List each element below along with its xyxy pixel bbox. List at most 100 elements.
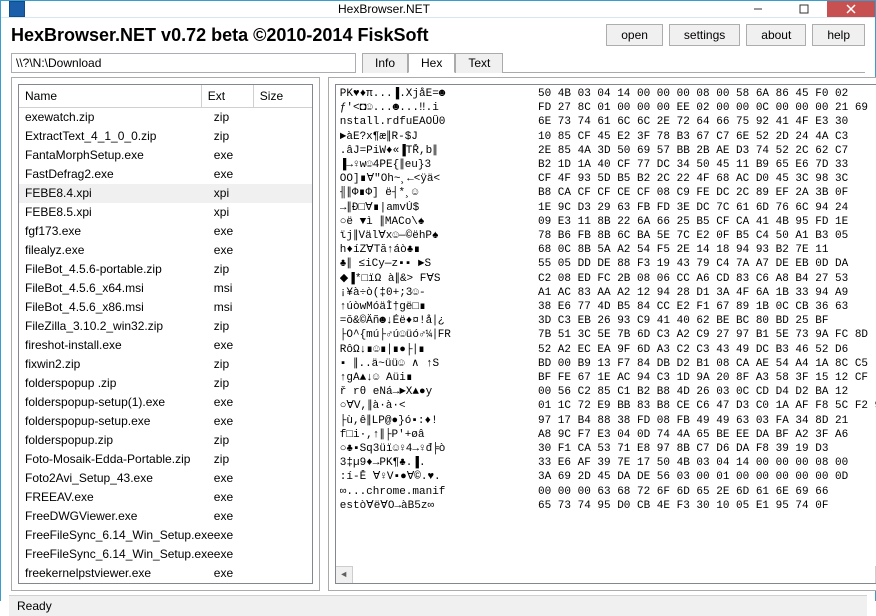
help-button[interactable]: help xyxy=(812,24,865,46)
file-size xyxy=(266,318,306,335)
table-row[interactable]: folderspopup.zipzip xyxy=(19,431,312,450)
table-row[interactable]: Foto2Avi_Setup_43.exeexe xyxy=(19,469,312,488)
file-size xyxy=(266,375,306,392)
hex-ascii: nstall.rdfuEAOÛ0 xyxy=(340,115,525,129)
hex-bytes: A8 9C F7 E3 04 0D 74 4A 65 BE EE DA BF A… xyxy=(525,428,876,442)
file-ext: zip xyxy=(214,261,266,278)
scroll-left-icon[interactable]: ◄ xyxy=(336,566,353,583)
file-ext: msi xyxy=(214,299,266,316)
table-row[interactable]: freekernelpstviewer.exeexe xyxy=(19,564,312,583)
file-size xyxy=(266,432,306,449)
hex-bytes: B8 CA CF CF CE CF 08 C9 FE DC 2C 89 EF 2… xyxy=(525,186,876,200)
hex-ascii: .âJ=PiW♦«▐TŘ,b∥ xyxy=(340,144,525,158)
list-body[interactable]: exewatch.zipzipExtractText_4_1_0_0.zipzi… xyxy=(19,108,312,583)
file-ext: exe xyxy=(214,147,266,164)
hex-line: ╢∥Φ∎Φ] ë┤*¸☺ B8 CA CF CF CE CF 08 C9 FE … xyxy=(340,186,876,200)
table-row[interactable]: FantaMorphSetup.exeexe xyxy=(19,146,312,165)
file-size xyxy=(266,166,306,183)
file-list-pane: Name Ext Size exewatch.zipzipExtractText… xyxy=(11,77,320,591)
tab-hex[interactable]: Hex xyxy=(408,53,455,73)
column-ext[interactable]: Ext xyxy=(202,85,254,107)
app-icon xyxy=(9,1,25,17)
hex-bytes: 00 56 C2 85 C1 B2 B8 4D 26 03 0C CD D4 D… xyxy=(525,385,876,399)
hex-ascii: ↑úòwMóäÌ†gë□∎ xyxy=(340,300,525,314)
hex-view[interactable]: PK♥♦π...▐.XjåE=☻ 50 4B 03 04 14 00 00 00… xyxy=(335,84,876,584)
titlebar: HexBrowser.NET xyxy=(1,1,875,18)
table-row[interactable]: ExtractText_4_1_0_0.zipzip xyxy=(19,127,312,146)
hex-ascii: 3‡µ9♦→PK¶♣.▐. xyxy=(340,456,525,470)
hex-line: f□i∙,↑∥├P'+øâ A8 9C F7 E3 04 0D 74 4A 65… xyxy=(340,428,876,442)
hex-ascii: ►àE?x¶æ∥R-$J xyxy=(340,130,525,144)
hex-line: →∥Ð□∀∎|amvÚ$ 1E 9C D3 29 63 FB FD 3E DC … xyxy=(340,201,876,215)
file-name: FreeFileSync_6.14_Win_Setup.exe xyxy=(25,527,214,544)
window-title: HexBrowser.NET xyxy=(33,2,735,16)
tab-text[interactable]: Text xyxy=(455,53,503,73)
hex-line: ○∀V,∥à·à·< 01 1C 72 E9 BB 83 B8 CE C6 47… xyxy=(340,399,876,413)
file-name: Foto2Avi_Setup_43.exe xyxy=(25,470,214,487)
table-row[interactable]: folderspopup .zipzip xyxy=(19,374,312,393)
table-row[interactable]: FastDefrag2.exeexe xyxy=(19,165,312,184)
hex-line: ○♣▪Sq3üï☺♀4→♀đ╞ò 30 F1 CA 53 71 E8 97 8B… xyxy=(340,442,876,456)
file-ext: zip xyxy=(214,128,266,145)
file-name: FREEAV.exe xyxy=(25,489,214,506)
open-button[interactable]: open xyxy=(606,24,663,46)
hex-bytes: 33 E6 AF 39 7E 17 50 4B 03 04 14 00 00 0… xyxy=(525,456,876,470)
table-row[interactable]: exewatch.zipzip xyxy=(19,108,312,127)
column-name[interactable]: Name xyxy=(19,85,202,107)
table-row[interactable]: FEBE8.5.xpixpi xyxy=(19,203,312,222)
table-row[interactable]: FreeDWGViewer.exeexe xyxy=(19,507,312,526)
maximize-button[interactable] xyxy=(781,1,827,17)
table-row[interactable]: FreeFileSync_6.14_Win_Setup.exeexe xyxy=(19,545,312,564)
hex-line: ∞...chrome.manif 00 00 00 63 68 72 6F 6D… xyxy=(340,485,876,499)
hex-bytes: BD 00 B9 13 F7 84 DB D2 B1 08 CA AE 54 A… xyxy=(525,357,876,371)
table-row[interactable]: FileZilla_3.10.2_win32.zipzip xyxy=(19,317,312,336)
hex-pane: PK♥♦π...▐.XjåE=☻ 50 4B 03 04 14 00 00 00… xyxy=(328,77,876,591)
hex-bytes: 78 B6 FB 8B 6C BA 5E 7C E2 0F B5 C4 50 A… xyxy=(525,229,876,243)
table-row[interactable]: FileBot_4.5.6-portable.zipzip xyxy=(19,260,312,279)
path-input[interactable] xyxy=(11,53,356,73)
table-row[interactable]: FreeFileSync_6.14_Win_Setup.exeexe xyxy=(19,526,312,545)
table-row[interactable]: fgf173.exeexe xyxy=(19,222,312,241)
file-size xyxy=(266,451,306,468)
file-ext: exe xyxy=(214,565,266,582)
hex-line: ϊj∥Väl∀x☺—©ëhP♠ 78 B6 FB 8B 6C BA 5E 7C … xyxy=(340,229,876,243)
file-size xyxy=(266,299,306,316)
table-row[interactable]: FEBE8.4.xpixpi xyxy=(19,184,312,203)
file-size xyxy=(266,413,306,430)
hex-ascii: ř rθ eNá→►X▲●y xyxy=(340,385,525,399)
file-size xyxy=(266,356,306,373)
table-row[interactable]: fireshot-install.exeexe xyxy=(19,336,312,355)
settings-button[interactable]: settings xyxy=(669,24,740,46)
file-name: folderspopup-setup.exe xyxy=(25,413,214,430)
table-row[interactable]: folderspopup-setup.exeexe xyxy=(19,412,312,431)
table-row[interactable]: filealyz.exeexe xyxy=(19,241,312,260)
table-row[interactable]: Foto-Mosaik-Edda-Portable.zipzip xyxy=(19,450,312,469)
table-row[interactable]: fixwin2.zipzip xyxy=(19,355,312,374)
file-size xyxy=(266,109,306,126)
tab-info[interactable]: Info xyxy=(362,53,408,73)
column-size[interactable]: Size xyxy=(254,85,312,107)
file-name: ExtractText_4_1_0_0.zip xyxy=(25,128,214,145)
hex-bytes: 38 E6 77 4D B5 84 CC E2 F1 67 89 1B 0C C… xyxy=(525,300,876,314)
about-button[interactable]: about xyxy=(746,24,806,46)
file-name: FantaMorphSetup.exe xyxy=(25,147,214,164)
hex-bytes: 50 4B 03 04 14 00 00 00 08 00 58 6A 86 4… xyxy=(525,87,876,101)
table-row[interactable]: FileBot_4.5.6_x86.msimsi xyxy=(19,298,312,317)
hex-bytes: 7B 51 3C 5E 7B 6D C3 A2 C9 27 97 B1 5E 7… xyxy=(525,328,876,342)
table-row[interactable]: FileBot_4.5.6_x64.msimsi xyxy=(19,279,312,298)
table-row[interactable]: folderspopup-setup(1).exeexe xyxy=(19,393,312,412)
file-ext: zip xyxy=(214,432,266,449)
close-button[interactable] xyxy=(827,1,875,17)
file-name: fireshot-install.exe xyxy=(25,337,214,354)
file-name: folderspopup-setup(1).exe xyxy=(25,394,214,411)
file-ext: exe xyxy=(214,242,266,259)
tabstrip: Info Hex Text xyxy=(362,52,865,73)
hex-line: ├O^{mú├♂ú☺üó♂¼∣FR 7B 51 3C 5E 7B 6D C3 A… xyxy=(340,328,876,342)
table-row[interactable]: FREEAV.exeexe xyxy=(19,488,312,507)
file-size xyxy=(266,565,306,582)
statusbar: Ready xyxy=(9,595,867,616)
minimize-button[interactable] xyxy=(735,1,781,17)
file-name: FastDefrag2.exe xyxy=(25,166,214,183)
hex-bytes: 65 73 74 95 D0 CB 4E F3 30 10 05 E1 95 7… xyxy=(525,499,876,513)
hex-bytes: 3A 69 2D 45 DA DE 56 03 00 01 00 00 00 0… xyxy=(525,470,876,484)
